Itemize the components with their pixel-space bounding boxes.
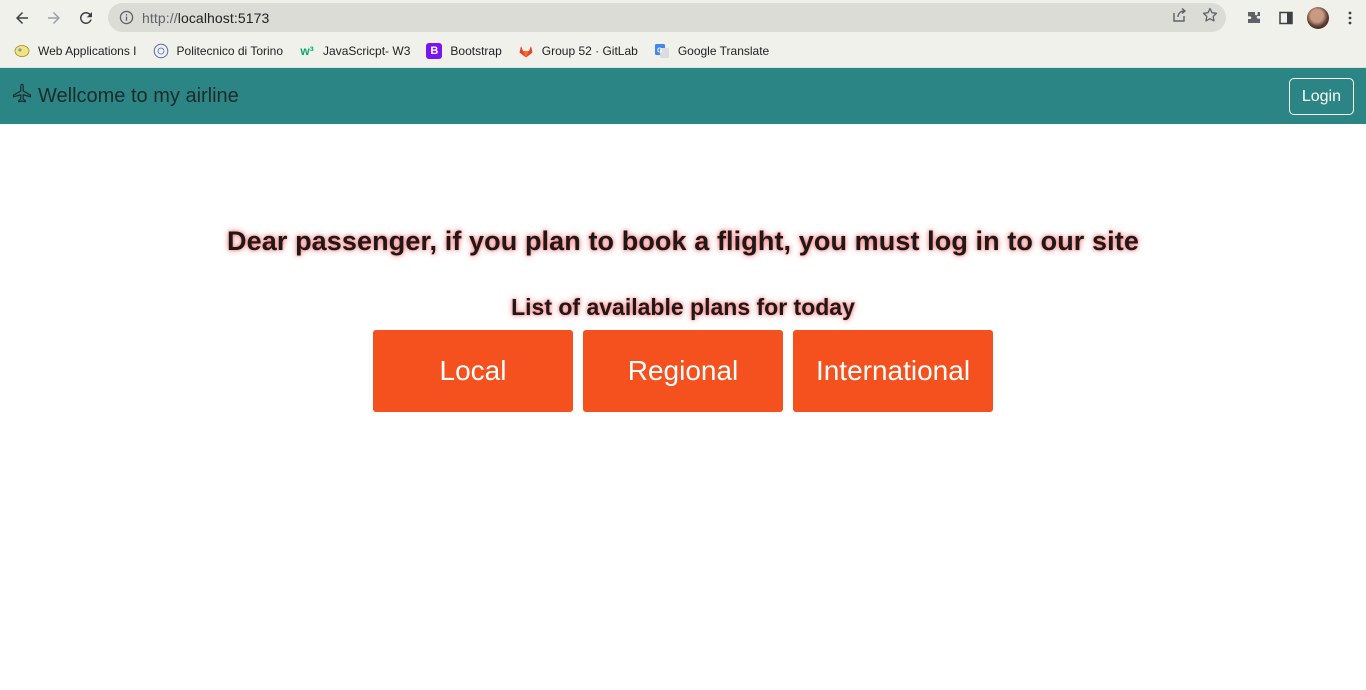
bookmark-web-applications[interactable]: Web Applications I [14, 37, 137, 65]
plans-subheading: List of available plans for today [511, 294, 855, 320]
address-bar[interactable]: http://localhost:5173 [108, 3, 1226, 32]
plans-group: Local Regional International [0, 330, 1366, 412]
plan-button-regional[interactable]: Regional [583, 330, 783, 412]
profile-avatar[interactable] [1302, 0, 1334, 35]
bookmark-gitlab[interactable]: Group 52 · GitLab [518, 37, 638, 65]
more-menu-icon[interactable] [1334, 0, 1366, 35]
gitlab-favicon [518, 43, 534, 59]
web-apps-favicon [14, 43, 30, 59]
plan-button-local[interactable]: Local [373, 330, 573, 412]
google-translate-favicon: G [654, 43, 670, 59]
w3schools-favicon: w³ [300, 44, 314, 58]
browser-toolbar: http://localhost:5173 [0, 0, 1366, 35]
navbar-brand[interactable]: Wellcome to my airline [11, 82, 239, 110]
app-navbar: Wellcome to my airline Login [0, 68, 1366, 124]
url-text: http://localhost:5173 [142, 9, 270, 26]
side-panel-icon[interactable] [1270, 0, 1302, 35]
bookmark-w3schools[interactable]: w³ JavaScricpt- W3 [299, 37, 410, 65]
share-icon[interactable] [1172, 7, 1188, 28]
svg-text:G: G [657, 48, 663, 55]
brand-title: Wellcome to my airline [38, 84, 239, 107]
forward-icon[interactable] [38, 2, 70, 34]
extensions-icon[interactable] [1238, 0, 1270, 35]
plan-button-international[interactable]: International [793, 330, 993, 412]
site-info-icon[interactable] [118, 10, 134, 26]
bookmarks-bar: Web Applications I Politecnico di Torino… [0, 35, 1366, 68]
login-prompt-heading: Dear passenger, if you plan to book a fl… [227, 226, 1139, 256]
back-icon[interactable] [6, 2, 38, 34]
main-content: Dear passenger, if you plan to book a fl… [0, 226, 1366, 412]
bootstrap-favicon: B [426, 43, 443, 59]
bookmark-politecnico[interactable]: Politecnico di Torino [153, 37, 283, 65]
reload-icon[interactable] [70, 2, 102, 34]
bookmark-bootstrap[interactable]: B Bootstrap [426, 37, 502, 65]
login-button[interactable]: Login [1288, 78, 1354, 115]
polito-favicon [153, 43, 169, 59]
bookmark-star-icon[interactable] [1202, 7, 1218, 28]
airplane-icon [11, 82, 38, 110]
bookmark-google-translate[interactable]: G Google Translate [654, 37, 769, 65]
